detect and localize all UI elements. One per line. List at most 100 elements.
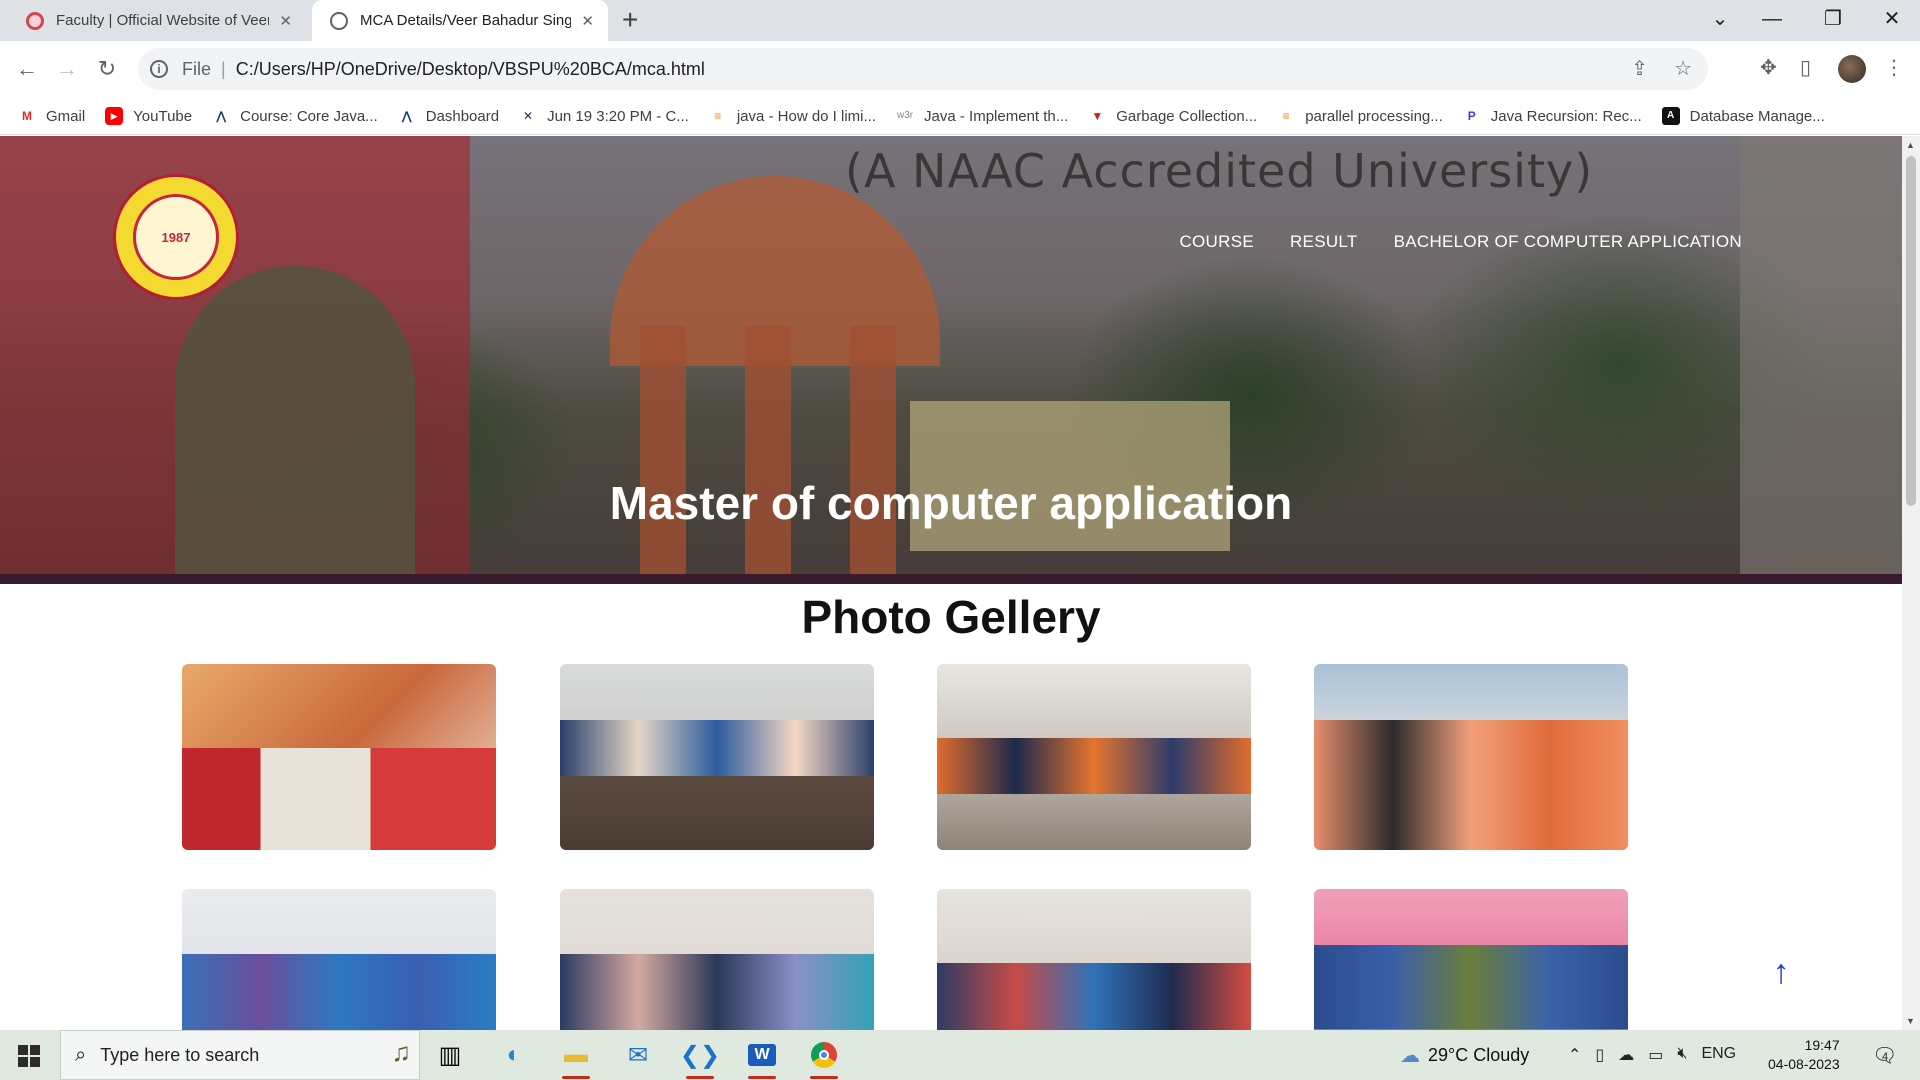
gallery-photo[interactable] <box>182 664 496 850</box>
photo-subject <box>182 954 496 1030</box>
bookmark-java-limit[interactable]: ≡ java - How do I limi... <box>709 107 876 125</box>
onedrive-cloud-icon[interactable]: ☁ <box>1618 1045 1634 1065</box>
volume-muted-icon[interactable]: 🔇︎ <box>1677 1045 1687 1065</box>
nav-result[interactable]: RESULT <box>1290 232 1358 252</box>
gallery-photo[interactable] <box>937 664 1251 850</box>
tab-mca-details[interactable]: MCA Details/Veer Bahadur Singh ✕ <box>312 0 608 41</box>
gallery-photo[interactable] <box>937 889 1251 1030</box>
taskbar: ⌕ Type here to search ♫ ▥ ◐ ▬ ✉ ❮❯ W ☁ 2… <box>0 1030 1920 1080</box>
word-icon[interactable]: W <box>742 1037 782 1079</box>
site-nav: COURSE RESULT BACHELOR OF COMPUTER APPLI… <box>1179 232 1742 252</box>
gallery-photo[interactable] <box>182 889 496 1030</box>
vscode-icon[interactable]: ❮❯ <box>680 1037 720 1079</box>
close-tab-icon[interactable]: ✕ <box>279 12 292 30</box>
tab-faculty[interactable]: Faculty | Official Website of Veer ✕ <box>8 0 306 41</box>
chrome-icon[interactable] <box>804 1037 844 1079</box>
photo-subject <box>1314 719 1628 850</box>
edge-icon[interactable]: ◐ <box>494 1037 534 1073</box>
side-panel-icon[interactable]: ▯ <box>1800 55 1811 80</box>
bookmark-meeting[interactable]: ✕ Jun 19 3:20 PM - C... <box>519 107 689 125</box>
notification-count: 4 <box>1882 1051 1889 1063</box>
bookmark-java-recursion[interactable]: P Java Recursion: Rec... <box>1463 107 1642 125</box>
bookmark-core-java[interactable]: ⋀ Course: Core Java... <box>212 107 378 125</box>
gmail-icon: M <box>22 109 32 123</box>
page-scrollbar[interactable]: ▲ ▼ <box>1902 136 1920 1030</box>
gallery-photo[interactable] <box>1314 664 1628 850</box>
notifications-icon[interactable]: 🗨︎ 4 <box>1872 1043 1897 1068</box>
new-tab-button[interactable]: + <box>622 5 638 35</box>
bookmark-dashboard[interactable]: ⋀ Dashboard <box>398 107 499 125</box>
menu-icon[interactable]: ⋮ <box>1884 55 1904 80</box>
tab-strip: Faculty | Official Website of Veer ✕ MCA… <box>0 0 1920 41</box>
battery-icon[interactable]: ▭ <box>1648 1045 1663 1065</box>
extensions-icon[interactable]: ✥ <box>1760 55 1777 80</box>
university-logo[interactable]: 1987 <box>113 174 239 300</box>
bookmark-java-implement[interactable]: w3r Java - Implement th... <box>896 107 1068 125</box>
bookmark-garbage-collection[interactable]: ▼ Garbage Collection... <box>1088 107 1257 125</box>
info-icon[interactable]: i <box>150 60 168 78</box>
bookmark-label: Jun 19 3:20 PM - C... <box>547 107 689 125</box>
mail-icon[interactable]: ✉ <box>618 1037 658 1073</box>
file-explorer-icon[interactable]: ▬ <box>556 1037 596 1079</box>
gallery-photo[interactable] <box>560 889 874 1030</box>
back-button[interactable]: ← <box>11 53 43 85</box>
stackoverflow-icon: ≡ <box>1282 109 1290 123</box>
reload-button[interactable]: ↻ <box>91 53 123 85</box>
bookmark-youtube[interactable]: ▶ YouTube <box>105 107 192 125</box>
gate-arch <box>175 266 415 584</box>
windows-start-icon[interactable] <box>18 1045 40 1067</box>
scroll-down-arrow-icon[interactable]: ▼ <box>1906 1016 1915 1026</box>
weather-text: 29°C Cloudy <box>1428 1045 1530 1065</box>
lotus-emblem-icon: 1987 <box>133 194 219 280</box>
clock[interactable]: 19:47 04-08-2023 <box>1768 1036 1840 1074</box>
logo-year: 1987 <box>161 229 191 245</box>
nav-course[interactable]: COURSE <box>1179 232 1254 252</box>
university-favicon-icon <box>26 11 44 30</box>
search-icon: ⌕ <box>75 1043 87 1066</box>
device-icon[interactable]: ▯ <box>1595 1045 1604 1065</box>
url-text[interactable]: C:/Users/HP/OneDrive/Desktop/VBSPU%20BCA… <box>236 59 705 80</box>
hero-banner: (A NAAC Accredited University) 1987 COUR… <box>0 136 1902 584</box>
scroll-up-arrow-icon[interactable]: ▲ <box>1906 140 1915 150</box>
bookmark-parallel-processing[interactable]: ≡ parallel processing... <box>1277 107 1443 125</box>
bookmark-gmail[interactable]: M Gmail <box>18 107 85 125</box>
gallery-photo[interactable] <box>1314 889 1628 1030</box>
bookmark-database[interactable]: A Database Manage... <box>1661 107 1825 125</box>
trumpet-icon: ♫ <box>391 1037 412 1067</box>
photo-subject <box>560 954 874 1030</box>
database-icon: A <box>1661 107 1680 125</box>
dashboard-icon: ⋀ <box>401 109 412 123</box>
task-view-icon[interactable]: ▥ <box>430 1037 470 1073</box>
tab-title: Faculty | Official Website of Veer <box>56 12 270 29</box>
gallery-photo[interactable] <box>560 664 874 850</box>
bookmarks-bar: M Gmail ▶ YouTube ⋀ Course: Core Java... ⋀ D… <box>0 98 1920 135</box>
pavilion-pillar <box>850 326 896 584</box>
clock-date: 04-08-2023 <box>1768 1056 1840 1072</box>
scrollbar-thumb[interactable] <box>1906 156 1916 506</box>
profile-avatar[interactable] <box>1838 55 1866 83</box>
close-window-button[interactable]: ✕ <box>1872 4 1912 34</box>
tab-title: MCA Details/Veer Bahadur Singh <box>360 12 572 29</box>
language-indicator[interactable]: ENG <box>1701 1045 1736 1065</box>
show-hidden-icons-chevron-icon[interactable]: ⌃ <box>1568 1045 1581 1065</box>
youtube-icon: ▶ <box>105 107 124 125</box>
forward-button[interactable]: → <box>51 53 83 85</box>
share-icon[interactable]: ⇪ <box>1631 56 1648 81</box>
bookmark-label: YouTube <box>133 107 193 125</box>
tab-search-chevron-icon[interactable]: ⌄ <box>1700 4 1740 34</box>
hero-bottom-strip <box>0 574 1902 584</box>
close-tab-icon[interactable]: ✕ <box>581 12 594 30</box>
restore-button[interactable]: ❐ <box>1813 4 1853 34</box>
photo-subject <box>182 747 496 850</box>
nav-bca[interactable]: BACHELOR OF COMPUTER APPLICATION <box>1394 232 1742 252</box>
photo-subject <box>560 719 874 776</box>
page-viewport: (A NAAC Accredited University) 1987 COUR… <box>0 136 1902 1030</box>
back-to-top-button[interactable]: ↑ <box>1766 954 1796 990</box>
address-bar[interactable]: i File | C:/Users/HP/OneDrive/Desktop/VB… <box>138 48 1708 90</box>
bookmark-star-icon[interactable]: ☆ <box>1674 56 1692 81</box>
minimize-button[interactable]: — <box>1752 4 1792 34</box>
taskbar-search[interactable]: ⌕ Type here to search ♫ <box>60 1030 420 1080</box>
weather-widget[interactable]: ☁ 29°C Cloudy <box>1400 1043 1529 1068</box>
url-separator: | <box>221 58 226 79</box>
bookmark-label: Garbage Collection... <box>1116 107 1258 125</box>
